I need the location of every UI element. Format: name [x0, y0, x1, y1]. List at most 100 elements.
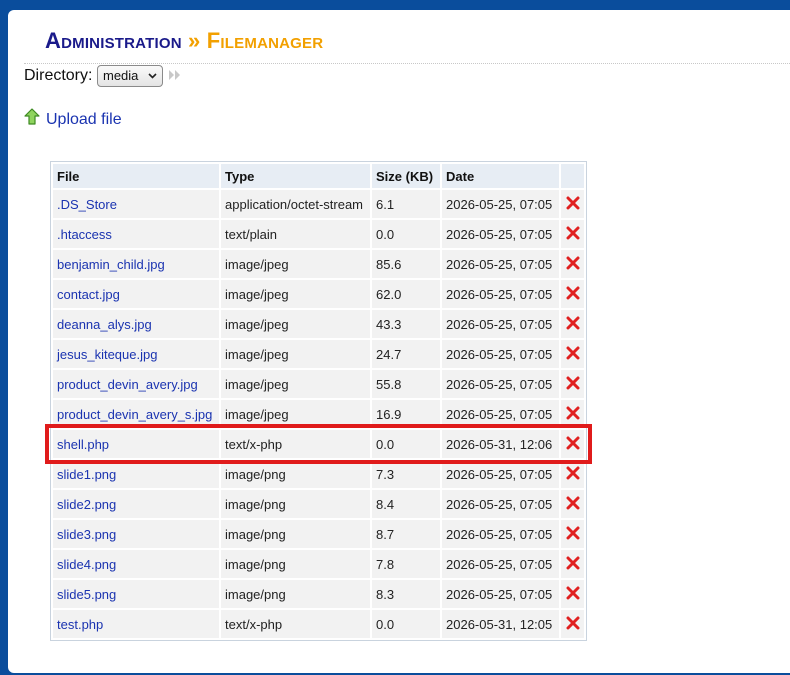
file-link[interactable]: slide5.png [57, 587, 116, 602]
file-size-cell: 7.8 [372, 550, 440, 578]
file-size-cell: 7.3 [372, 460, 440, 488]
directory-select[interactable]: media [97, 65, 163, 87]
file-cell: contact.jpg [53, 280, 219, 308]
file-link[interactable]: jesus_kiteque.jpg [57, 347, 157, 362]
delete-icon[interactable] [566, 256, 580, 273]
file-type-cell: application/octet-stream [221, 190, 370, 218]
delete-icon[interactable] [566, 346, 580, 363]
file-type-cell: image/jpeg [221, 250, 370, 278]
file-type-cell: image/png [221, 490, 370, 518]
delete-cell [561, 220, 584, 248]
file-size-cell: 0.0 [372, 430, 440, 458]
file-link[interactable]: slide4.png [57, 557, 116, 572]
file-size-cell: 8.4 [372, 490, 440, 518]
title-divider [24, 63, 790, 64]
delete-icon[interactable] [566, 466, 580, 483]
table-row: product_devin_avery.jpg image/jpeg 55.8 202… [53, 370, 584, 398]
delete-icon[interactable] [566, 436, 580, 453]
file-link[interactable]: slide3.png [57, 527, 116, 542]
breadcrumb-administration[interactable]: Administration [45, 28, 182, 53]
file-link[interactable]: .htaccess [57, 227, 112, 242]
file-cell: product_devin_avery_s.jpg [53, 400, 219, 428]
file-size-cell: 43.3 [372, 310, 440, 338]
delete-icon[interactable] [566, 526, 580, 543]
file-size-cell: 62.0 [372, 280, 440, 308]
delete-icon[interactable] [566, 376, 580, 393]
file-size-cell: 24.7 [372, 340, 440, 368]
file-type-cell: image/jpeg [221, 340, 370, 368]
file-cell: deanna_alys.jpg [53, 310, 219, 338]
file-date-cell: 2026-05-25, 07:05 [442, 490, 559, 518]
file-date-cell: 2026-05-25, 07:05 [442, 520, 559, 548]
upload-file-link[interactable]: Upload file [46, 111, 122, 129]
delete-icon[interactable] [566, 226, 580, 243]
file-link[interactable]: test.php [57, 617, 103, 632]
column-header-file: File [53, 164, 219, 188]
delete-icon[interactable] [566, 586, 580, 603]
file-link[interactable]: benjamin_child.jpg [57, 257, 165, 272]
file-type-cell: text/x-php [221, 430, 370, 458]
column-header-size: Size (KB) [372, 164, 440, 188]
file-date-cell: 2026-05-31, 12:06 [442, 430, 559, 458]
file-date-cell: 2026-05-25, 07:05 [442, 190, 559, 218]
file-link[interactable]: deanna_alys.jpg [57, 317, 152, 332]
file-link[interactable]: product_devin_avery.jpg [57, 377, 198, 392]
delete-cell [561, 400, 584, 428]
page-title: Administration » Filemanager [45, 28, 323, 54]
table-row: test.php text/x-php 0.0 2026-05-31, 12:05 [53, 610, 584, 638]
table-row: deanna_alys.jpg image/jpeg 43.3 2026-05-25,… [53, 310, 584, 338]
file-link[interactable]: product_devin_avery_s.jpg [57, 407, 212, 422]
table-row: benjamin_child.jpg image/jpeg 85.6 2026-05-… [53, 250, 584, 278]
file-cell: jesus_kiteque.jpg [53, 340, 219, 368]
delete-cell [561, 310, 584, 338]
file-date-cell: 2026-05-31, 12:05 [442, 610, 559, 638]
file-link[interactable]: shell.php [57, 437, 109, 452]
file-type-cell: image/jpeg [221, 310, 370, 338]
file-link[interactable]: slide2.png [57, 497, 116, 512]
file-date-cell: 2026-05-25, 07:05 [442, 550, 559, 578]
delete-cell [561, 280, 584, 308]
file-cell: benjamin_child.jpg [53, 250, 219, 278]
table-row: slide3.png image/png 8.7 2026-05-25, 07:05 [53, 520, 584, 548]
table-row: shell.php text/x-php 0.0 2026-05-31, 12:06 [53, 430, 584, 458]
file-cell: product_devin_avery.jpg [53, 370, 219, 398]
column-header-type: Type [221, 164, 370, 188]
file-size-cell: 6.1 [372, 190, 440, 218]
table-row: jesus_kiteque.jpg image/jpeg 24.7 2026-05-2… [53, 340, 584, 368]
delete-icon[interactable] [566, 286, 580, 303]
file-size-cell: 85.6 [372, 250, 440, 278]
delete-icon[interactable] [566, 616, 580, 633]
file-date-cell: 2026-05-25, 07:05 [442, 250, 559, 278]
delete-icon[interactable] [566, 496, 580, 513]
delete-icon[interactable] [566, 196, 580, 213]
column-header-date: Date [442, 164, 559, 188]
file-type-cell: image/png [221, 580, 370, 608]
table-header-row: File Type Size (KB) Date [53, 164, 584, 188]
file-cell: slide5.png [53, 580, 219, 608]
file-type-cell: image/png [221, 550, 370, 578]
table-row: .DS_Store application/octet-stream 6.1 2026… [53, 190, 584, 218]
file-cell: test.php [53, 610, 219, 638]
column-header-actions [561, 164, 584, 188]
file-date-cell: 2026-05-25, 07:05 [442, 340, 559, 368]
delete-icon[interactable] [566, 316, 580, 333]
file-cell: .DS_Store [53, 190, 219, 218]
upload-file-action[interactable]: Upload file [24, 108, 122, 131]
delete-cell [561, 340, 584, 368]
file-type-cell: image/png [221, 520, 370, 548]
file-size-cell: 16.9 [372, 400, 440, 428]
breadcrumb-filemanager: Filemanager [206, 28, 324, 53]
delete-cell [561, 550, 584, 578]
file-link[interactable]: contact.jpg [57, 287, 120, 302]
table-row: slide4.png image/png 7.8 2026-05-25, 07:05 [53, 550, 584, 578]
table-row: contact.jpg image/jpeg 62.0 2026-05-25, 07:… [53, 280, 584, 308]
file-type-cell: image/jpeg [221, 280, 370, 308]
file-link[interactable]: .DS_Store [57, 197, 117, 212]
file-size-cell: 0.0 [372, 220, 440, 248]
delete-icon[interactable] [566, 406, 580, 423]
delete-icon[interactable] [566, 556, 580, 573]
double-right-arrow-icon[interactable] [168, 69, 182, 84]
table-row: slide1.png image/png 7.3 2026-05-25, 07:05 [53, 460, 584, 488]
delete-cell [561, 580, 584, 608]
file-link[interactable]: slide1.png [57, 467, 116, 482]
